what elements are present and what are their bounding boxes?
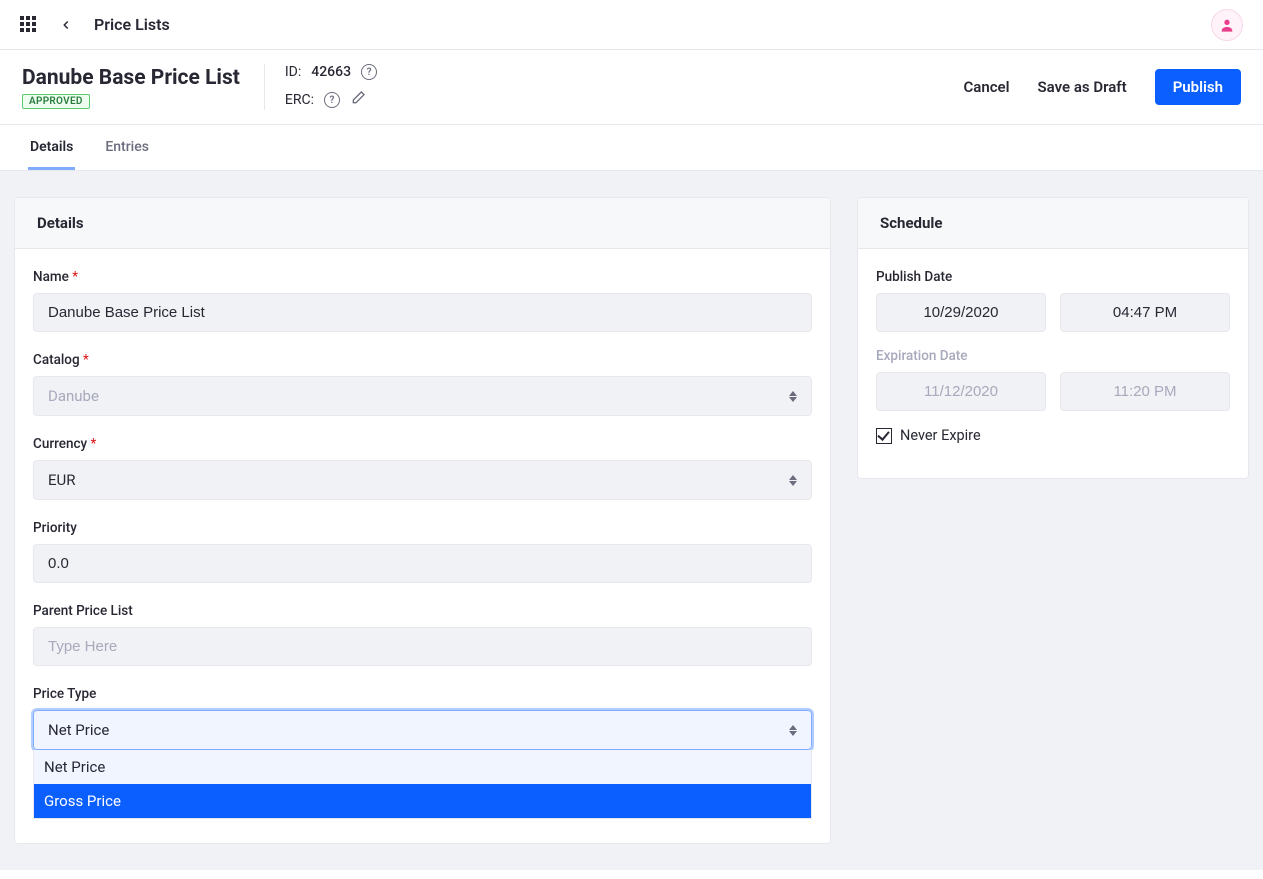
expiration-time-input[interactable] [1060,372,1230,411]
edit-erc-button[interactable] [350,90,366,110]
sort-icon [789,475,797,486]
never-expire-label: Never Expire [900,427,981,444]
currency-select[interactable]: EUR [33,460,812,500]
save-draft-button[interactable]: Save as Draft [1038,78,1127,96]
tab-entries[interactable]: Entries [103,125,151,170]
schedule-panel-title: Schedule [858,198,1248,249]
help-icon[interactable]: ? [361,64,377,80]
publish-date-input[interactable] [876,293,1046,332]
parent-label: Parent Price List [33,603,812,619]
apps-grid-icon[interactable] [20,16,38,34]
priority-input[interactable] [33,544,812,583]
user-icon [1219,17,1235,33]
chevron-left-icon [59,18,73,32]
sort-icon [789,391,797,402]
dropdown-option-gross-price[interactable]: Gross Price [34,784,811,818]
details-panel-title: Details [15,198,830,249]
catalog-value: Danube [48,387,99,405]
never-expire-checkbox[interactable] [876,428,892,444]
price-type-label: Price Type [33,686,812,702]
dropdown-option-net-price[interactable]: Net Price [34,750,811,784]
avatar[interactable] [1211,9,1243,41]
id-label: ID: [285,64,301,80]
priority-label: Priority [33,520,812,536]
catalog-label: Catalog * [33,352,812,368]
never-expire-row[interactable]: Never Expire [876,427,1230,444]
back-button[interactable] [52,11,80,39]
page-title: Danube Base Price List [22,66,240,90]
erc-label: ERC: [285,92,314,108]
status-badge: APPROVED [22,94,90,109]
price-type-select[interactable]: Net Price [33,710,812,750]
sort-icon [789,725,797,736]
name-label: Name * [33,269,812,285]
breadcrumb-title[interactable]: Price Lists [94,15,170,34]
parent-input[interactable] [33,627,812,666]
help-icon[interactable]: ? [324,92,340,108]
catalog-select[interactable]: Danube [33,376,812,416]
currency-value: EUR [48,471,76,489]
pencil-icon [350,90,366,106]
expiration-date-input[interactable] [876,372,1046,411]
name-input[interactable] [33,293,812,332]
publish-time-input[interactable] [1060,293,1230,332]
publish-button[interactable]: Publish [1155,69,1241,105]
cancel-button[interactable]: Cancel [963,78,1009,96]
publish-date-label: Publish Date [876,269,1230,285]
price-type-dropdown: Net Price Gross Price [33,750,812,819]
id-value: 42663 [311,64,351,80]
expiration-date-label: Expiration Date [876,348,1230,364]
tab-details[interactable]: Details [28,125,75,170]
price-type-value: Net Price [48,721,109,739]
currency-label: Currency * [33,436,812,452]
